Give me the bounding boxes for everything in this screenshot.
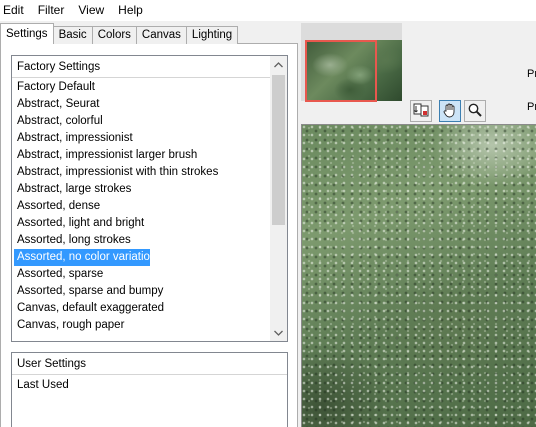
tab-lighting[interactable]: Lighting bbox=[185, 26, 239, 44]
tab-colors[interactable]: Colors bbox=[91, 26, 137, 44]
list-item[interactable]: Assorted, sparse and bumpy bbox=[12, 283, 271, 300]
user-settings-header: User Settings bbox=[12, 353, 287, 375]
navigator-viewport-rect[interactable] bbox=[305, 40, 377, 102]
hand-tool-button[interactable] bbox=[439, 100, 461, 122]
list-item[interactable]: Assorted, light and bright bbox=[12, 215, 271, 232]
tab-canvas[interactable]: Canvas bbox=[135, 26, 187, 44]
hand-tool-icon bbox=[442, 102, 458, 121]
menu-edit[interactable]: Edit bbox=[0, 0, 31, 21]
list-item[interactable]: Assorted, long strokes bbox=[12, 232, 271, 249]
scroll-down-icon[interactable] bbox=[270, 324, 287, 341]
zoom-tool-button[interactable] bbox=[464, 100, 486, 122]
tab-settings[interactable]: Settings bbox=[0, 23, 54, 44]
scroll-up-icon[interactable] bbox=[270, 56, 287, 73]
list-item[interactable]: Last Used bbox=[12, 375, 287, 395]
preview-texture bbox=[302, 125, 536, 427]
tab-basic[interactable]: Basic bbox=[52, 26, 93, 44]
scrollbar-thumb[interactable] bbox=[272, 75, 285, 225]
menu-view[interactable]: View bbox=[71, 0, 111, 21]
swap-preview-button[interactable] bbox=[410, 100, 432, 122]
list-item[interactable]: Canvas, default exaggerated bbox=[12, 300, 271, 317]
swap-preview-icon bbox=[413, 102, 429, 121]
tab-bar: Settings Basic Colors Canvas Lighting bbox=[0, 23, 239, 44]
list-item[interactable]: Abstract, impressionist larger brush bbox=[12, 147, 271, 164]
list-item[interactable]: Assorted, dense bbox=[12, 198, 271, 215]
menu-help[interactable]: Help bbox=[111, 0, 150, 21]
list-item[interactable]: Abstract, impressionist with thin stroke… bbox=[12, 164, 271, 181]
list-item[interactable]: Abstract, colorful bbox=[12, 113, 271, 130]
menu-bar: Edit Filter View Help bbox=[0, 0, 536, 21]
list-item[interactable]: Factory Default bbox=[12, 79, 271, 96]
user-settings-list: User Settings Last Used bbox=[11, 352, 288, 427]
list-item[interactable]: Abstract, Seurat bbox=[12, 96, 271, 113]
side-label: Pr bbox=[527, 101, 536, 113]
list-item[interactable]: Abstract, large strokes bbox=[12, 181, 271, 198]
factory-settings-list: Factory Settings Factory Default Abstrac… bbox=[11, 55, 288, 342]
factory-settings-header: Factory Settings bbox=[12, 56, 287, 78]
list-item[interactable]: Canvas, rough paper bbox=[12, 317, 271, 334]
list-item[interactable]: Assorted, sparse bbox=[12, 266, 271, 283]
list-item[interactable]: Abstract, impressionist bbox=[12, 130, 271, 147]
factory-settings-items: Factory Default Abstract, Seurat Abstrac… bbox=[12, 79, 271, 334]
factory-list-scrollbar[interactable] bbox=[270, 56, 287, 341]
zoom-tool-icon bbox=[467, 102, 483, 121]
list-item-selected[interactable]: Assorted, no color variation bbox=[14, 249, 150, 266]
menu-filter[interactable]: Filter bbox=[31, 0, 72, 21]
side-label: Pr bbox=[527, 68, 536, 80]
preview-canvas[interactable] bbox=[301, 124, 536, 427]
